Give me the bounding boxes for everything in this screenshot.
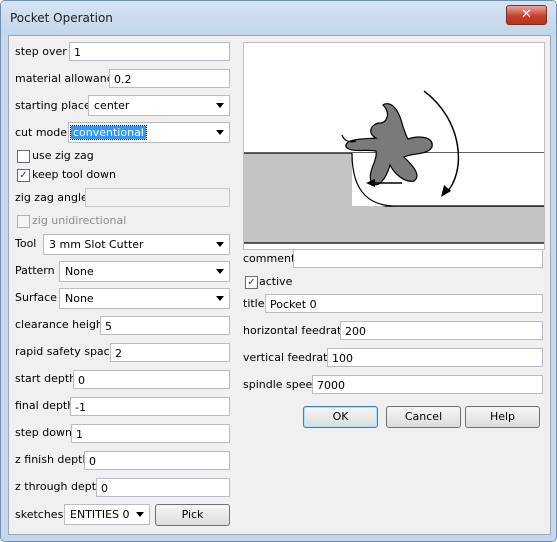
spindle-speed-input[interactable]: 7000 xyxy=(312,375,543,394)
step-down-label: step down xyxy=(15,426,72,439)
comment-input[interactable] xyxy=(293,249,543,268)
cancel-button[interactable]: Cancel xyxy=(386,406,461,428)
title-bar[interactable]: Pocket Operation ✕ xyxy=(1,1,556,35)
cut-mode-select[interactable]: conventional xyxy=(68,122,230,143)
surface-label: Surface xyxy=(15,291,57,304)
material-allowance-label: material allowance xyxy=(15,72,120,85)
pattern-label: Pattern xyxy=(15,264,55,277)
help-button[interactable]: Help xyxy=(465,406,540,428)
cut-mode-label: cut mode xyxy=(15,126,68,139)
ok-button[interactable]: OK xyxy=(303,406,378,428)
start-depth-label: start depth xyxy=(15,372,77,385)
chevron-down-icon xyxy=(216,130,224,135)
clearance-height-label: clearance height xyxy=(15,318,108,331)
zig-unidirectional-checkbox[interactable] xyxy=(17,215,30,228)
cut-mode-value: conventional xyxy=(70,125,147,140)
clearance-height-input[interactable]: 5 xyxy=(100,316,230,335)
title-label: title xyxy=(243,297,265,310)
surface-value: None xyxy=(65,292,94,305)
check-icon: ✓ xyxy=(19,170,28,181)
vertical-feedrate-label: vertical feedrate xyxy=(243,351,335,364)
tool-select[interactable]: 3 mm Slot Cutter xyxy=(43,234,230,255)
close-icon: ✕ xyxy=(521,7,532,22)
zig-zag-angle-label: zig zag angle xyxy=(15,191,88,204)
keep-tool-down-label: keep tool down xyxy=(32,168,116,181)
active-checkbox[interactable]: ✓ xyxy=(245,276,258,289)
spindle-speed-label: spindle speed xyxy=(243,378,320,391)
zig-unidirectional-label: zig unidirectional xyxy=(32,214,127,227)
tool-value: 3 mm Slot Cutter xyxy=(49,238,144,251)
pick-button[interactable]: Pick xyxy=(155,504,230,526)
sketches-value: ENTITIES 0 xyxy=(70,508,130,521)
pocket-cut-diagram xyxy=(244,90,544,244)
chevron-down-icon xyxy=(216,103,224,108)
z-finish-depth-label: z finish depth xyxy=(15,453,90,466)
title-input[interactable]: Pocket 0 xyxy=(265,294,543,313)
vertical-feedrate-input[interactable]: 100 xyxy=(327,348,543,367)
z-through-depth-input[interactable]: 0 xyxy=(96,478,230,497)
active-label: active xyxy=(259,275,293,288)
zig-zag-angle-input[interactable] xyxy=(85,188,230,207)
chevron-down-icon xyxy=(216,296,224,301)
dialog-body: step over 1 material allowance 0.2 start… xyxy=(8,35,551,535)
rapid-safety-space-label: rapid safety space xyxy=(15,345,117,358)
close-button[interactable]: ✕ xyxy=(506,5,547,25)
use-zig-zag-checkbox[interactable] xyxy=(17,150,30,163)
material-allowance-input[interactable]: 0.2 xyxy=(109,69,230,88)
comment-label: comment xyxy=(243,252,296,265)
tool-label: Tool xyxy=(15,237,37,250)
starting-place-label: starting place xyxy=(15,99,91,112)
chevron-down-icon xyxy=(136,512,144,517)
chevron-down-icon xyxy=(216,242,224,247)
horizontal-feedrate-label: horizontal feedrate xyxy=(243,324,349,337)
z-finish-depth-input[interactable]: 0 xyxy=(84,451,230,470)
step-over-label: step over xyxy=(15,45,67,58)
keep-tool-down-checkbox[interactable]: ✓ xyxy=(17,169,30,182)
step-down-input[interactable]: 1 xyxy=(71,424,230,443)
final-depth-label: final depth xyxy=(15,399,75,412)
pattern-select[interactable]: None xyxy=(59,261,230,282)
pocket-operation-dialog: Pocket Operation ✕ step over 1 material … xyxy=(0,0,557,542)
chevron-down-icon xyxy=(216,269,224,274)
pocket-preview-image xyxy=(243,42,545,250)
use-zig-zag-label: use zig zag xyxy=(32,149,94,162)
final-depth-input[interactable]: -1 xyxy=(70,397,230,416)
sketches-label: sketches xyxy=(15,508,64,521)
sketches-select[interactable]: ENTITIES 0 xyxy=(64,504,150,525)
starting-place-value: center xyxy=(94,99,130,112)
pattern-value: None xyxy=(65,265,94,278)
horizontal-feedrate-input[interactable]: 200 xyxy=(340,321,543,340)
z-through-depth-label: z through depth xyxy=(15,480,104,493)
rapid-safety-space-input[interactable]: 2 xyxy=(110,343,230,362)
starting-place-select[interactable]: center xyxy=(88,95,230,116)
step-over-input[interactable]: 1 xyxy=(69,42,230,61)
check-icon: ✓ xyxy=(247,277,256,288)
start-depth-input[interactable]: 0 xyxy=(73,370,230,389)
surface-select[interactable]: None xyxy=(59,288,230,309)
window-title: Pocket Operation xyxy=(10,11,113,25)
